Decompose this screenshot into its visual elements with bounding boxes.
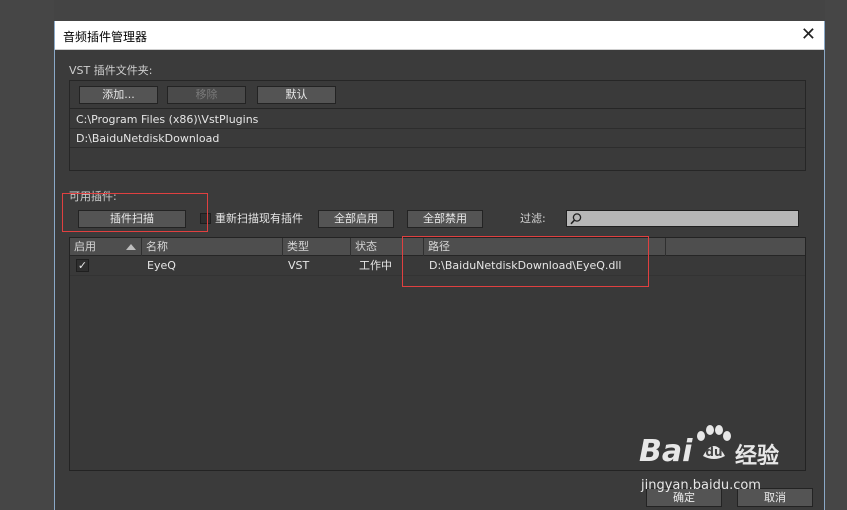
column-type[interactable]: 类型: [283, 238, 351, 256]
available-plugins-label: 可用插件:: [69, 190, 117, 203]
list-item[interactable]: D:\BaiduNetdiskDownload: [70, 129, 805, 148]
background-left: [0, 0, 54, 510]
add-folder-button[interactable]: 添加...: [79, 86, 158, 104]
table-row[interactable]: ✓ EyeQ VST 工作中 D:\BaiduNetdiskDownload\E…: [70, 257, 805, 276]
default-folder-button[interactable]: 默认: [257, 86, 336, 104]
audio-plugin-manager-dialog: 音频插件管理器 ✕ VST 插件文件夹: 添加... 移除 默认 C:\Prog…: [54, 21, 825, 510]
plugin-status: 工作中: [359, 259, 392, 272]
background-right: [825, 0, 847, 510]
sort-asc-icon: [126, 244, 136, 250]
dialog-title: 音频插件管理器: [63, 30, 148, 44]
plugin-name: EyeQ: [147, 259, 176, 272]
column-path[interactable]: 路径: [424, 238, 666, 256]
ok-button[interactable]: 确定: [646, 488, 722, 507]
plugin-path: D:\BaiduNetdiskDownload\EyeQ.dll: [429, 259, 622, 272]
plugin-type: VST: [288, 259, 310, 272]
search-icon: [570, 213, 582, 225]
plugin-table: 启用 名称 类型 状态 路径 ✓ EyeQ VST 工作中 D:\BaiduNe…: [69, 237, 806, 471]
list-item[interactable]: C:\Program Files (x86)\VstPlugins: [70, 110, 805, 129]
rescan-existing-label: 重新扫描现有插件: [215, 212, 303, 225]
enabled-checkbox[interactable]: ✓: [76, 259, 89, 272]
vst-folder-panel: 添加... 移除 默认 C:\Program Files (x86)\VstPl…: [69, 80, 806, 171]
close-icon[interactable]: ✕: [801, 24, 816, 46]
rescan-existing-checkbox[interactable]: [200, 213, 211, 224]
enable-all-button[interactable]: 全部启用: [318, 210, 394, 228]
cancel-button[interactable]: 取消: [737, 488, 813, 507]
scan-plugins-button[interactable]: 插件扫描: [78, 210, 186, 228]
remove-folder-button[interactable]: 移除: [167, 86, 246, 104]
disable-all-button[interactable]: 全部禁用: [407, 210, 483, 228]
dialog-titlebar: 音频插件管理器 ✕: [55, 21, 824, 50]
column-status[interactable]: 状态: [351, 238, 424, 256]
filter-input[interactable]: [566, 210, 799, 227]
column-enabled-label: 启用: [74, 240, 96, 253]
vst-toolbar: 添加... 移除 默认: [70, 81, 805, 109]
plugin-toolbar: 插件扫描 重新扫描现有插件 全部启用 全部禁用 过滤:: [69, 205, 806, 233]
column-name[interactable]: 名称: [142, 238, 283, 256]
vst-folder-list: C:\Program Files (x86)\VstPlugins D:\Bai…: [70, 110, 805, 171]
table-header: 启用 名称 类型 状态 路径: [70, 238, 805, 256]
column-enabled[interactable]: 启用: [70, 238, 142, 256]
vst-folder-label: VST 插件文件夹:: [69, 64, 153, 77]
filter-label: 过滤:: [520, 212, 546, 225]
